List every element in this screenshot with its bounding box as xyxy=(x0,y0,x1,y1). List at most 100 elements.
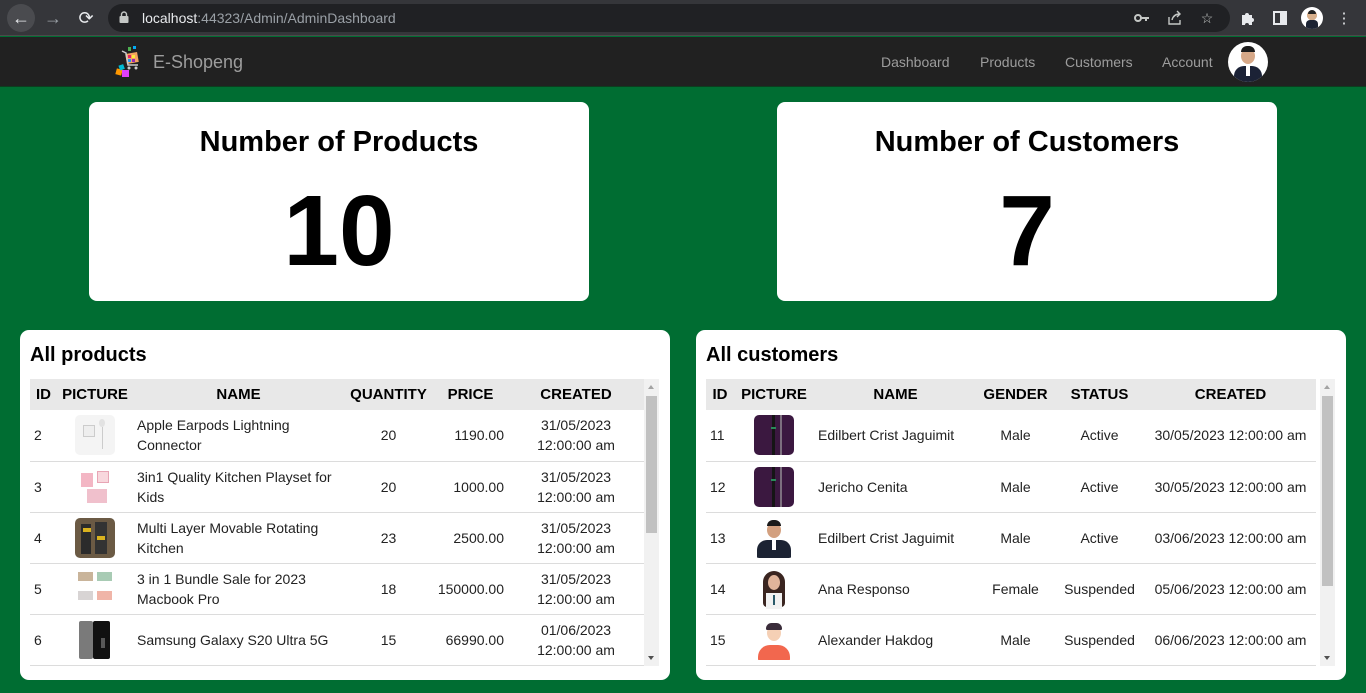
lock-icon xyxy=(119,11,129,23)
customer-picture-cell xyxy=(734,512,814,564)
customer-name: Jericho Cenita xyxy=(814,461,977,513)
scrollbar-thumb[interactable] xyxy=(646,396,657,533)
product-created: 31/05/2023 12:00:00 am xyxy=(508,461,644,513)
product-price: 2500.00 xyxy=(433,512,508,564)
products-title: All products xyxy=(30,344,147,366)
customer-row[interactable]: 14 Ana Responso Female Suspended 05/06/2023 … xyxy=(706,563,1316,615)
stat-title: Number of Products xyxy=(199,126,479,158)
scroll-down-arrow-icon[interactable] xyxy=(648,656,654,660)
col-header-gender[interactable]: GENDER xyxy=(977,379,1054,410)
customers-panel: All customers ID PICTURE NAME GENDER STA… xyxy=(696,330,1346,680)
key-icon[interactable] xyxy=(1133,9,1151,27)
customer-avatar xyxy=(754,517,794,558)
customer-created: 06/06/2023 12:00:00 am xyxy=(1145,614,1316,666)
product-id: 6 xyxy=(30,614,57,666)
customer-created: 30/05/2023 12:00:00 am xyxy=(1145,410,1316,462)
col-header-status[interactable]: STATUS xyxy=(1054,379,1145,410)
col-header-quantity[interactable]: QUANTITY xyxy=(344,379,433,410)
product-thumbnail xyxy=(75,415,115,456)
nav-link-dashboard[interactable]: Dashboard xyxy=(881,54,950,70)
star-icon[interactable]: ☆ xyxy=(1198,9,1216,27)
back-arrow-icon[interactable]: ← xyxy=(7,4,35,32)
product-thumbnail xyxy=(75,568,115,609)
reload-icon[interactable]: ⟳ xyxy=(72,4,100,32)
product-created: 31/05/2023 12:00:00 am xyxy=(508,563,644,615)
customer-gender: Female xyxy=(977,563,1054,615)
product-quantity: 20 xyxy=(344,410,433,462)
scrollbar-thumb[interactable] xyxy=(1322,396,1333,586)
products-table: ID PICTURE NAME QUANTITY PRICE CREATED 2… xyxy=(30,379,644,666)
customers-table-scroller[interactable]: ID PICTURE NAME GENDER STATUS CREATED 11… xyxy=(706,379,1316,666)
created-time: 12:00:00 am xyxy=(537,437,615,454)
col-header-created[interactable]: CREATED xyxy=(508,379,644,410)
col-header-id[interactable]: ID xyxy=(706,379,734,410)
created-date: 31/05/2023 xyxy=(540,468,612,485)
browser-toolbar: ← → ⟳ localhost:44323/Admin/AdminDashboa… xyxy=(0,0,1366,36)
customer-created: 30/05/2023 12:00:00 am xyxy=(1145,461,1316,513)
customer-name: Edilbert Crist Jaguimit xyxy=(814,410,977,462)
product-quantity: 15 xyxy=(344,614,433,666)
customer-row[interactable]: 13 Edilbert Crist Jaguimit Male Active 03/06… xyxy=(706,512,1316,564)
product-created: 31/05/2023 12:00:00 am xyxy=(508,410,644,462)
url-text[interactable]: localhost:44323/Admin/AdminDashboard xyxy=(142,10,396,26)
extensions-puzzle-icon[interactable] xyxy=(1238,8,1258,28)
product-row[interactable]: 2 Apple Earpods Lightning Connector 20 1190… xyxy=(30,410,644,462)
customer-created: 05/06/2023 12:00:00 am xyxy=(1145,563,1316,615)
products-panel: All products ID PICTURE NAME QUANTITY PR… xyxy=(20,330,670,680)
stat-value: 10 xyxy=(283,175,395,287)
product-price: 1190.00 xyxy=(433,410,508,462)
scroll-down-arrow-icon[interactable] xyxy=(1324,656,1330,660)
customer-gender: Male xyxy=(977,512,1054,564)
customer-status: Active xyxy=(1054,461,1145,513)
product-row[interactable]: 6 Samsung Galaxy S20 Ultra 5G 15 66990.00 01… xyxy=(30,614,644,666)
product-id: 4 xyxy=(30,512,57,564)
product-name: 3in1 Quality Kitchen Playset for Kids xyxy=(133,461,344,513)
col-header-picture[interactable]: PICTURE xyxy=(734,379,814,410)
product-picture-cell xyxy=(57,563,133,615)
customer-row[interactable]: 12 Jericho Cenita Male Active 30/05/2023 12:… xyxy=(706,461,1316,513)
col-header-created[interactable]: CREATED xyxy=(1145,379,1316,410)
nav-link-customers[interactable]: Customers xyxy=(1065,54,1133,70)
col-header-name[interactable]: NAME xyxy=(133,379,344,410)
customer-row[interactable]: 11 Edilbert Crist Jaguimit Male Active 30/05… xyxy=(706,410,1316,462)
products-scrollbar[interactable] xyxy=(644,379,659,666)
nav-link-account[interactable]: Account xyxy=(1162,54,1213,70)
customer-avatar xyxy=(754,619,794,660)
product-created: 01/06/2023 12:00:00 am xyxy=(508,614,644,666)
customer-status: Active xyxy=(1054,512,1145,564)
stat-title: Number of Customers xyxy=(874,126,1180,158)
sidepanel-icon[interactable] xyxy=(1270,8,1290,28)
user-avatar[interactable] xyxy=(1228,42,1268,82)
product-name: 3 in 1 Bundle Sale for 2023 Macbook Pro xyxy=(133,563,344,615)
col-header-name[interactable]: NAME xyxy=(814,379,977,410)
customer-gender: Male xyxy=(977,614,1054,666)
product-row[interactable]: 5 3 in 1 Bundle Sale for 2023 Macbook Pro… xyxy=(30,563,644,615)
kebab-menu-icon[interactable]: ⋮ xyxy=(1334,8,1354,28)
scroll-up-arrow-icon[interactable] xyxy=(1324,385,1330,389)
customer-avatar xyxy=(754,415,794,456)
product-quantity: 18 xyxy=(344,563,433,615)
product-picture-cell xyxy=(57,461,133,513)
address-bar[interactable]: localhost:44323/Admin/AdminDashboard ☆ xyxy=(108,4,1230,32)
forward-arrow-icon[interactable]: → xyxy=(39,4,67,32)
scroll-up-arrow-icon[interactable] xyxy=(648,385,654,389)
created-date: 31/05/2023 xyxy=(540,519,612,536)
created-time: 12:00:00 am xyxy=(537,641,615,658)
col-header-id[interactable]: ID xyxy=(30,379,57,410)
customer-row[interactable]: 15 Alexander Hakdog Male Suspended 06/06/202… xyxy=(706,614,1316,666)
customer-status: Active xyxy=(1054,410,1145,462)
col-header-price[interactable]: PRICE xyxy=(433,379,508,410)
customer-gender: Male xyxy=(977,410,1054,462)
product-row[interactable]: 4 Multi Layer Movable Rotating Kitchen 23 2… xyxy=(30,512,644,564)
products-table-scroller[interactable]: ID PICTURE NAME QUANTITY PRICE CREATED 2… xyxy=(30,379,644,666)
product-id: 3 xyxy=(30,461,57,513)
product-row[interactable]: 3 3in1 Quality Kitchen Playset for Kids 20… xyxy=(30,461,644,513)
product-quantity: 23 xyxy=(344,512,433,564)
nav-link-products[interactable]: Products xyxy=(980,54,1035,70)
col-header-picture[interactable]: PICTURE xyxy=(57,379,133,410)
product-name: Apple Earpods Lightning Connector xyxy=(133,410,344,462)
share-icon[interactable] xyxy=(1166,9,1184,27)
customers-scrollbar[interactable] xyxy=(1320,379,1335,666)
brand[interactable]: E-Shopeng xyxy=(114,45,243,79)
profile-avatar[interactable] xyxy=(1301,7,1323,29)
